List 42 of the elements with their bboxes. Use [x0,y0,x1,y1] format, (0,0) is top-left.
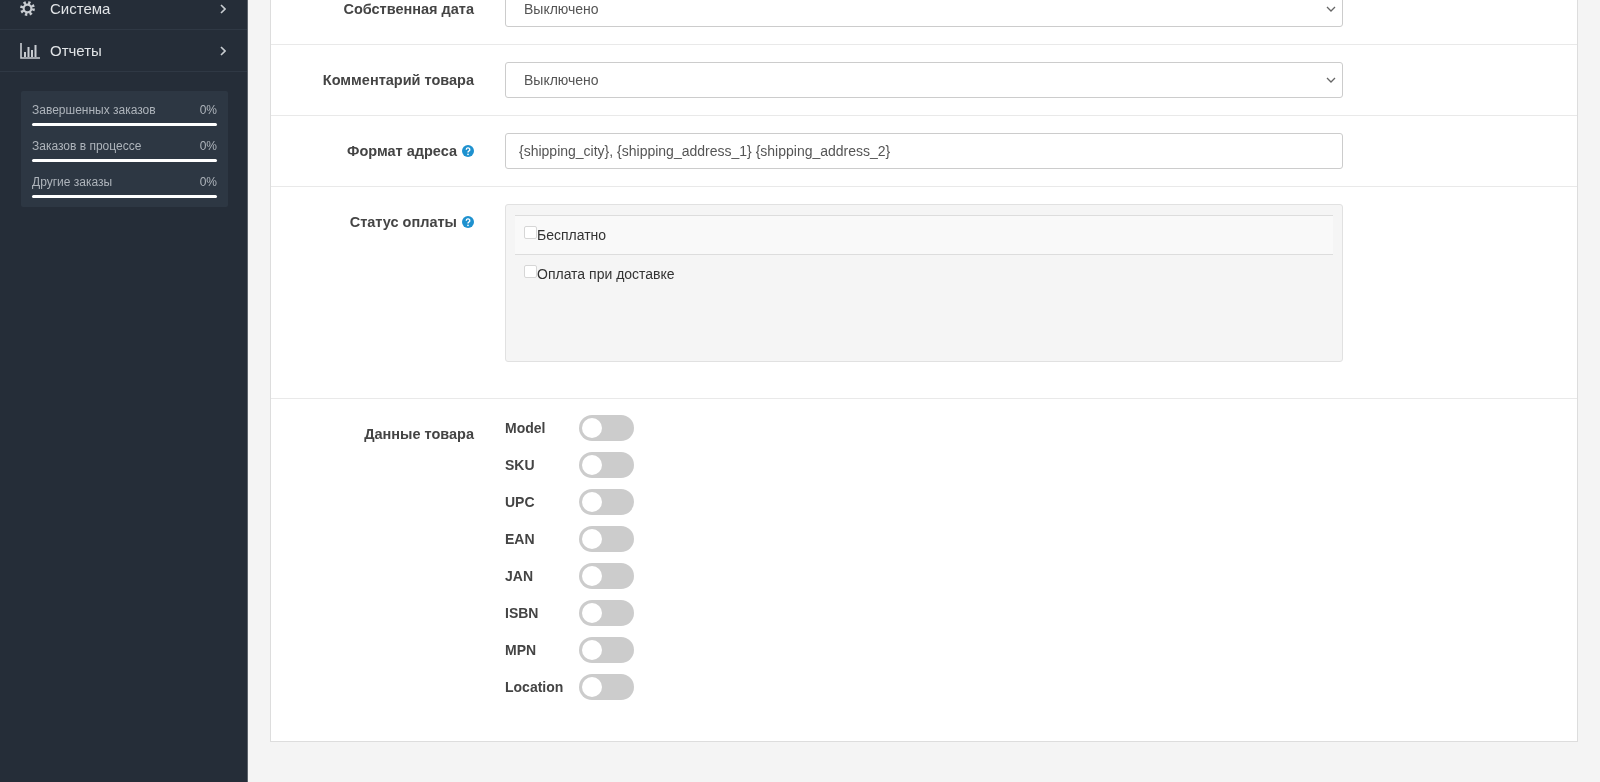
toggle-switch[interactable] [579,414,634,441]
toggle-label: JAN [505,567,534,584]
toggle-switch[interactable] [579,488,634,515]
toggle-switch[interactable] [579,525,634,552]
sidebar-menu-item[interactable]: Отчеты [0,30,247,72]
toggle-label: UPC [505,493,536,510]
checkbox[interactable] [524,226,537,239]
chevron-right-icon [220,3,226,14]
bar-chart-icon [20,42,40,59]
toggle-label: Model [505,419,547,436]
field-label: Комментарий товара [322,71,474,89]
toggle-label: MPN [505,641,538,658]
toggle-switch[interactable] [579,673,634,700]
toggle-switch[interactable] [579,562,634,589]
toggle-switch[interactable] [579,599,634,626]
chevron-right-icon [220,45,226,56]
field-label: Данные товара [364,425,474,443]
field-label: Собственная дата [343,0,474,18]
toggle-label: SKU [505,456,536,473]
chevron-down-icon [1326,77,1336,83]
stat-percent: 0% [199,174,217,190]
field-label: Статус оплаты [349,213,457,231]
toggle-switch[interactable] [579,451,634,478]
toggle-switch[interactable] [579,636,634,663]
select-field[interactable]: Выключено [505,62,1343,98]
stat-label: Завершенных заказов [32,102,156,118]
checkbox-label[interactable]: Бесплатно [537,227,607,243]
input-field[interactable]: {shipping_city}, {shipping_address_1} {shipping_address_2} [505,133,1343,169]
stat-label: Заказов в процессе [32,138,142,154]
sidebar-menu-item[interactable]: Система [0,0,247,30]
toggle-label: Location [505,678,565,695]
stat-label: Другие заказы [32,174,113,190]
toggle-label: ISBN [505,604,540,621]
stat-percent: 0% [199,138,217,154]
stat-percent: 0% [199,102,217,118]
checkbox[interactable] [524,265,537,278]
field-label: Формат адреса [347,142,457,160]
chevron-down-icon [1326,6,1336,12]
select-field[interactable]: Выключено [505,0,1343,27]
toggle-label: EAN [505,530,536,547]
gear-icon [20,1,35,16]
checkbox-label[interactable]: Оплата при доставке [537,266,675,282]
